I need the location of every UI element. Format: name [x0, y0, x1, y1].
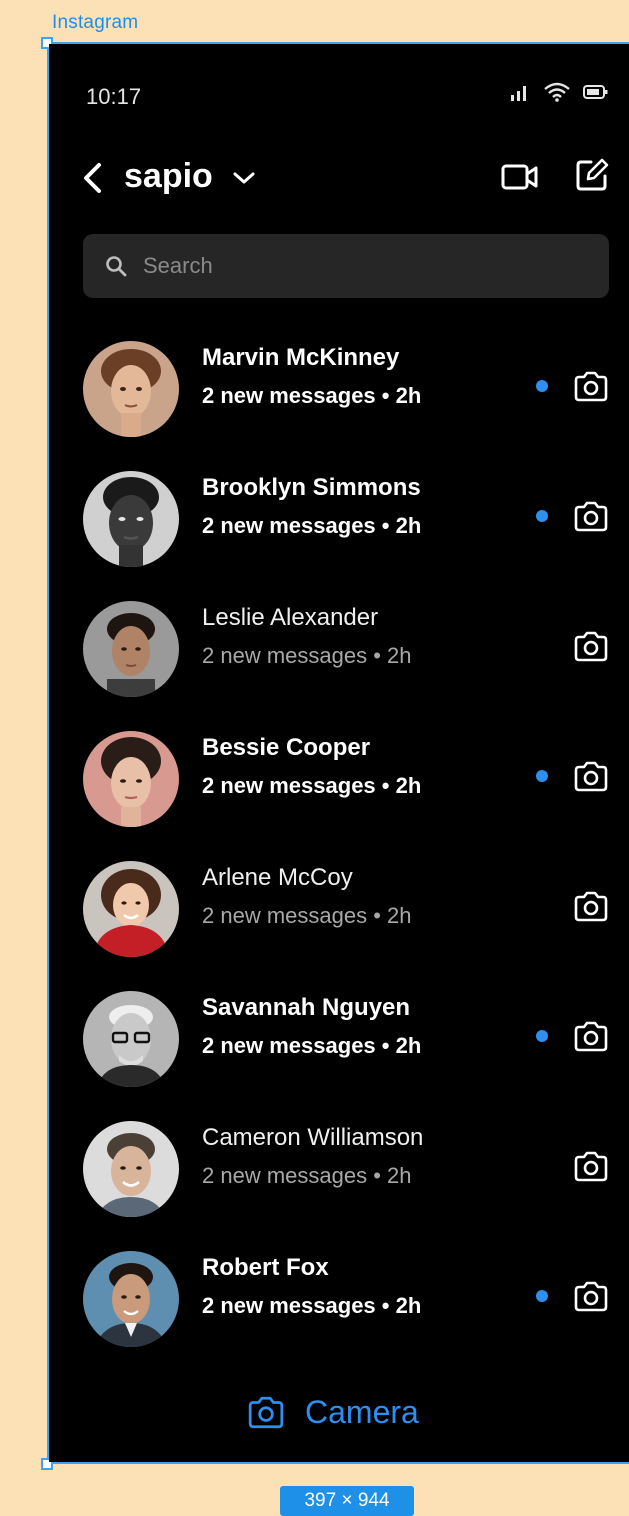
avatar[interactable]: [83, 731, 179, 827]
wifi-icon: [544, 82, 570, 102]
camera-icon[interactable]: [573, 1280, 609, 1312]
conversation-row[interactable]: Arlene McCoy 2 new messages • 2h: [49, 846, 629, 976]
camera-icon[interactable]: [573, 1020, 609, 1052]
conversation-name: Leslie Alexander: [202, 604, 379, 631]
unread-indicator: [536, 1290, 548, 1302]
conversation-preview: 2 new messages • 2h: [202, 643, 412, 668]
back-icon[interactable]: [79, 162, 107, 194]
chevron-down-icon[interactable]: [232, 170, 256, 186]
frame-label: Instagram: [52, 12, 139, 33]
conversation-name: Marvin McKinney: [202, 344, 400, 371]
conversation-name: Cameron Williamson: [202, 1124, 424, 1151]
camera-icon[interactable]: [573, 370, 609, 402]
conversation-name: Robert Fox: [202, 1254, 329, 1281]
conversation-row[interactable]: Savannah Nguyen 2 new messages • 2h: [49, 976, 629, 1106]
avatar[interactable]: [83, 341, 179, 437]
avatar[interactable]: [83, 601, 179, 697]
status-icons: [509, 82, 609, 102]
phone-screen: 10:17 sapio Search Marvin McKinney 2 new…: [49, 44, 629, 1462]
unread-indicator: [536, 380, 548, 392]
status-time: 10:17: [86, 84, 142, 109]
conversation-row[interactable]: Cameron Williamson 2 new messages • 2h: [49, 1106, 629, 1236]
unread-indicator: [536, 510, 548, 522]
search-input[interactable]: [141, 252, 565, 280]
unread-indicator: [536, 1030, 548, 1042]
compose-icon[interactable]: [575, 158, 609, 192]
conversation-row[interactable]: Leslie Alexander 2 new messages • 2h: [49, 586, 629, 716]
conversation-preview: 2 new messages • 2h: [202, 1033, 422, 1058]
camera-icon[interactable]: [573, 630, 609, 662]
conversation-preview: 2 new messages • 2h: [202, 513, 422, 538]
camera-button[interactable]: Camera: [247, 1390, 419, 1434]
conversation-list: Marvin McKinney 2 new messages • 2h Broo…: [49, 326, 629, 1366]
camera-label: Camera: [305, 1393, 419, 1430]
avatar[interactable]: [83, 1121, 179, 1217]
signal-icon: [511, 86, 526, 101]
header: sapio: [49, 154, 629, 204]
camera-icon: [248, 1396, 284, 1429]
conversation-name: Arlene McCoy: [202, 864, 353, 891]
conversation-preview: 2 new messages • 2h: [202, 383, 422, 408]
conversation-row[interactable]: Bessie Cooper 2 new messages • 2h: [49, 716, 629, 846]
conversation-row[interactable]: Robert Fox 2 new messages • 2h: [49, 1236, 629, 1366]
conversation-row[interactable]: Brooklyn Simmons 2 new messages • 2h: [49, 456, 629, 586]
battery-icon: [583, 85, 608, 99]
avatar[interactable]: [83, 861, 179, 957]
search-icon: [106, 256, 127, 277]
search-bar[interactable]: [83, 234, 609, 298]
conversation-name: Savannah Nguyen: [202, 994, 411, 1021]
avatar[interactable]: [83, 991, 179, 1087]
unread-indicator: [536, 770, 548, 782]
conversation-preview: 2 new messages • 2h: [202, 903, 412, 928]
avatar[interactable]: [83, 1251, 179, 1347]
account-name[interactable]: sapio: [124, 157, 213, 196]
video-call-icon[interactable]: [501, 162, 539, 192]
camera-icon[interactable]: [573, 1150, 609, 1182]
camera-icon[interactable]: [573, 500, 609, 532]
frame-size-badge: 397 × 944: [280, 1486, 414, 1516]
conversation-row[interactable]: Marvin McKinney 2 new messages • 2h: [49, 326, 629, 456]
camera-icon[interactable]: [573, 760, 609, 792]
conversation-preview: 2 new messages • 2h: [202, 773, 422, 798]
conversation-name: Bessie Cooper: [202, 734, 371, 761]
avatar[interactable]: [83, 471, 179, 567]
camera-icon[interactable]: [573, 890, 609, 922]
conversation-name: Brooklyn Simmons: [202, 474, 421, 501]
conversation-preview: 2 new messages • 2h: [202, 1163, 412, 1188]
conversation-preview: 2 new messages • 2h: [202, 1293, 422, 1318]
